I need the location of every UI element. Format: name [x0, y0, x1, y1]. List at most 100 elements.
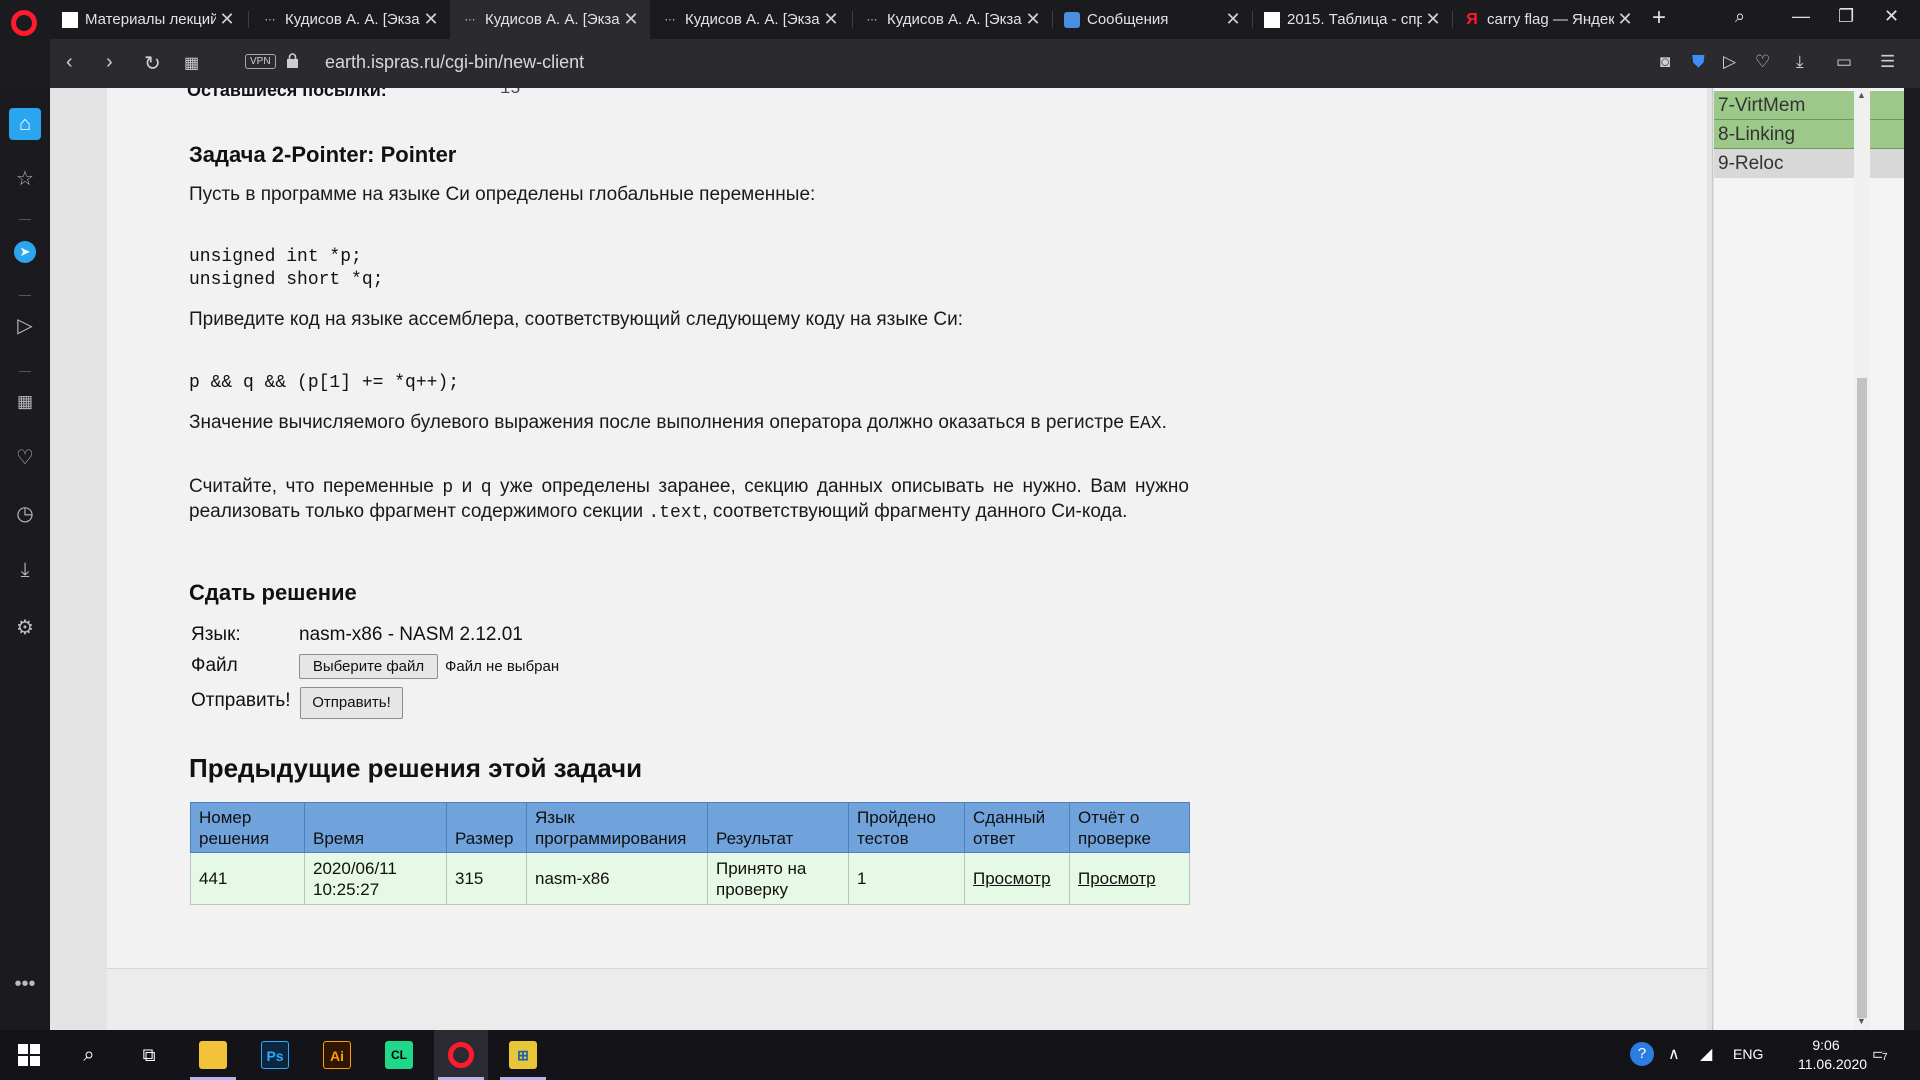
close-icon[interactable]: ✕: [1222, 9, 1244, 30]
close-icon[interactable]: ✕: [1022, 9, 1044, 30]
send-icon[interactable]: ▷: [9, 310, 41, 342]
opera-taskbar-icon[interactable]: [434, 1030, 488, 1080]
choose-file-button[interactable]: Выберите файл: [299, 654, 438, 679]
page-footer-area: [107, 968, 1707, 1030]
help-icon[interactable]: ?: [1630, 1042, 1654, 1066]
lang-label: Язык:: [191, 624, 241, 645]
tab-1[interactable]: Материалы лекций ✕: [50, 0, 246, 39]
tabs-grid-icon[interactable]: ▦: [184, 53, 199, 73]
scroll-thumb[interactable]: [1857, 378, 1867, 1018]
table-header: Пройдено тестов: [848, 802, 965, 853]
window-close-icon[interactable]: ✕: [1884, 6, 1899, 27]
forward-icon[interactable]: ›: [106, 51, 113, 74]
telegram-icon[interactable]: ➤: [9, 234, 41, 266]
view-report-link[interactable]: Просмотр: [1078, 869, 1156, 888]
tab-title: Кудисов А. А. [Экза: [685, 11, 820, 28]
task-instruction: Приведите код на языке ассемблера, соотв…: [189, 309, 963, 330]
para-text: Считайте, что переменные: [189, 476, 443, 497]
minimize-icon[interactable]: —: [1792, 6, 1810, 27]
star-icon[interactable]: ☆: [9, 163, 41, 195]
close-icon[interactable]: ✕: [1614, 9, 1636, 30]
code-declarations: unsigned int *p; unsigned short *q;: [189, 246, 383, 292]
close-icon[interactable]: ✕: [620, 9, 642, 30]
search-icon[interactable]: ⌕: [62, 1030, 116, 1080]
close-icon[interactable]: ✕: [1422, 9, 1444, 30]
tab-5[interactable]: ⋯ Кудисов А. А. [Экза ✕: [852, 0, 1052, 39]
task-view-icon[interactable]: ⧉: [122, 1030, 176, 1080]
tab-6[interactable]: Сообщения ✕: [1052, 0, 1252, 39]
para-variables: Считайте, что переменные p и q уже опред…: [189, 475, 1189, 525]
tab-title: Кудисов А. А. [Экза: [485, 11, 620, 28]
clock[interactable]: 9:06 11.06.2020: [1798, 1036, 1867, 1074]
reload-icon[interactable]: ↻: [144, 51, 161, 76]
remaining-submissions-value: 15: [500, 88, 521, 99]
table-cell-size: 315: [446, 852, 527, 905]
code-line: unsigned short *q;: [189, 270, 384, 290]
para-text: .: [1161, 412, 1167, 433]
easy-setup-icon[interactable]: ☰: [1880, 52, 1895, 72]
tab-7[interactable]: 2015. Таблица - спр ✕: [1252, 0, 1452, 39]
tab-4[interactable]: ⋯ Кудисов А. А. [Экза ✕: [650, 0, 850, 39]
speed-dial-icon[interactable]: ▦: [9, 386, 41, 418]
close-icon[interactable]: ✕: [420, 9, 442, 30]
table-header: Размер: [446, 802, 527, 853]
messages-icon: [1064, 11, 1080, 28]
more-dots-icon[interactable]: •••: [9, 968, 41, 1000]
nav-item-9-reloc[interactable]: 9-Reloc: [1714, 149, 1904, 178]
settings-gear-icon[interactable]: ⚙: [9, 612, 41, 644]
send-button[interactable]: Отправить!: [300, 687, 403, 719]
ejudge-icon: ⋯: [866, 13, 878, 26]
heart-icon[interactable]: ♡: [9, 442, 41, 474]
back-icon[interactable]: ‹: [66, 51, 73, 74]
heart-icon[interactable]: ♡: [1755, 52, 1770, 72]
vpn-badge[interactable]: VPN: [245, 54, 276, 69]
var-name: q: [480, 478, 492, 498]
url-input[interactable]: earth.ispras.ru/cgi-bin/new-client: [325, 52, 584, 73]
history-clock-icon[interactable]: ◷: [9, 498, 41, 530]
close-icon[interactable]: ✕: [216, 9, 238, 30]
notifications-icon[interactable]: ▭ 7: [1872, 1044, 1888, 1064]
notification-count: 7: [1882, 1052, 1888, 1063]
view-answer-link[interactable]: Просмотр: [973, 869, 1051, 888]
table-header: Отчёт о проверке: [1069, 802, 1190, 853]
chevron-up-icon[interactable]: ∧: [1668, 1044, 1680, 1064]
photoshop-icon[interactable]: Ps: [248, 1030, 302, 1080]
new-tab-plus-icon[interactable]: +: [1652, 4, 1666, 32]
nav-item-7-virtmem[interactable]: 7-VirtMem: [1714, 91, 1904, 120]
scroll-down-icon[interactable]: ▼: [1857, 1016, 1866, 1026]
file-explorer-icon[interactable]: [186, 1030, 240, 1080]
opera-logo-icon[interactable]: [11, 10, 37, 36]
tab-2[interactable]: ⋯ Кудисов А. А. [Экза ✕: [250, 0, 450, 39]
windows-start-icon[interactable]: [2, 1030, 56, 1080]
send-icon[interactable]: ▷: [1723, 52, 1736, 72]
app-icon[interactable]: ⊞: [496, 1030, 550, 1080]
yandex-icon: Я: [1466, 10, 1478, 28]
battery-icon[interactable]: ▭: [1836, 52, 1852, 72]
language-indicator[interactable]: ENG: [1733, 1046, 1763, 1062]
network-icon[interactable]: ◢: [1700, 1044, 1712, 1064]
download-icon[interactable]: ⤓: [9, 554, 41, 586]
tab-8[interactable]: Я carry flag — Яндекс ✕: [1452, 0, 1644, 39]
tab-3-active[interactable]: ⋯ Кудисов А. А. [Экза ✕: [450, 0, 650, 39]
page-scrollbar[interactable]: ▲ ▼: [1854, 88, 1870, 1030]
shield-check-icon[interactable]: ⛊: [1692, 52, 1705, 72]
restore-icon[interactable]: ❐: [1838, 6, 1854, 27]
camera-icon[interactable]: ◙: [1660, 52, 1670, 72]
nav-item-8-linking[interactable]: 8-Linking: [1714, 120, 1904, 149]
clion-icon[interactable]: CL: [372, 1030, 426, 1080]
download-icon[interactable]: ⤓: [1796, 52, 1804, 72]
search-icon[interactable]: ⌕: [1735, 6, 1745, 27]
tab-separator: [248, 11, 249, 28]
table-cell-report: Просмотр: [1069, 852, 1190, 905]
address-bar: ‹ › ↻ ▦ VPN earth.ispras.ru/cgi-bin/new-…: [50, 39, 1920, 88]
home-icon[interactable]: ⌂: [9, 108, 41, 140]
illustrator-icon[interactable]: Ai: [310, 1030, 364, 1080]
clion-logo-icon: CL: [385, 1041, 413, 1069]
tab-title: 2015. Таблица - спр: [1287, 11, 1422, 28]
task-content: Оставшиеся посылки: 15 Задача 2-Pointer:…: [107, 88, 1904, 1030]
solutions-table: Номер решения Время Размер Язык программ…: [190, 802, 1190, 905]
close-icon[interactable]: ✕: [820, 9, 842, 30]
send-label: Отправить!: [191, 690, 291, 711]
tab-bar: Материалы лекций ✕ ⋯ Кудисов А. А. [Экза…: [0, 0, 1920, 39]
scroll-up-icon[interactable]: ▲: [1857, 90, 1866, 100]
